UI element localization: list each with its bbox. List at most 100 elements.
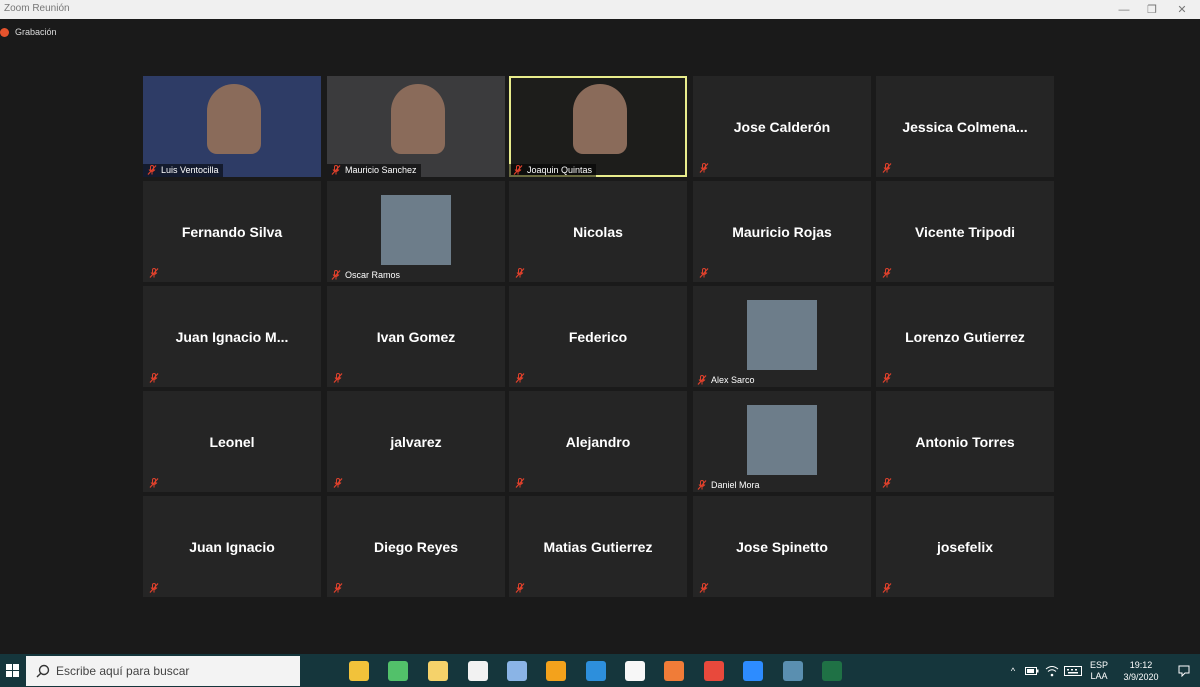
muted-mic-icon xyxy=(515,583,525,593)
excel-icon[interactable] xyxy=(822,661,842,681)
participant-tile[interactable]: Lorenzo Gutierrez xyxy=(876,286,1054,387)
participant-avatar xyxy=(381,195,451,265)
wifi-icon[interactable] xyxy=(1044,654,1060,687)
muted-mic-icon xyxy=(882,268,892,278)
keyboard-icon[interactable] xyxy=(1062,654,1084,687)
participant-name: Fernando Silva xyxy=(181,223,283,240)
participant-tile[interactable]: Luis Ventocilla xyxy=(143,76,321,177)
vpn-app-icon[interactable] xyxy=(783,661,803,681)
search-icon xyxy=(36,664,50,678)
language-code: ESP xyxy=(1089,659,1108,670)
muted-mic-icon xyxy=(149,268,159,278)
muted-mic-icon xyxy=(149,373,159,383)
participant-name: Mauricio Rojas xyxy=(732,223,832,240)
muted-mic-icon xyxy=(333,478,343,488)
search-placeholder: Escribe aquí para buscar xyxy=(56,664,190,678)
participant-tile[interactable]: Vicente Tripodi xyxy=(876,181,1054,282)
recording-dot-icon xyxy=(0,27,9,37)
recording-label: Grabación xyxy=(15,27,57,37)
recording-indicator[interactable]: Grabación xyxy=(0,27,57,37)
participant-name: Jessica Colmena... xyxy=(902,118,1028,135)
contact-app-icon[interactable] xyxy=(468,661,488,681)
postman-icon[interactable] xyxy=(664,661,684,681)
participant-tile[interactable]: Ivan Gomez xyxy=(327,286,505,387)
muted-mic-icon xyxy=(882,373,892,383)
participant-name-label: Alex Sarco xyxy=(693,374,759,387)
sublime-text-icon[interactable] xyxy=(546,661,566,681)
participant-avatar xyxy=(747,405,817,475)
vscode-icon[interactable] xyxy=(586,661,606,681)
participant-tile[interactable]: Alex Sarco xyxy=(693,286,871,387)
green-app-icon[interactable] xyxy=(388,661,408,681)
muted-mic-icon xyxy=(882,163,892,173)
participant-name: Matias Gutierrez xyxy=(543,538,653,555)
show-hidden-icons-icon[interactable]: ^ xyxy=(1006,654,1020,687)
participant-name: Vicente Tripodi xyxy=(914,223,1016,240)
taskbar-search-box[interactable]: Escribe aquí para buscar xyxy=(26,656,300,686)
participant-name: Jose Spinetto xyxy=(736,538,828,555)
muted-mic-icon xyxy=(147,165,157,175)
battery-icon[interactable] xyxy=(1024,654,1040,687)
participant-tile[interactable]: Leonel xyxy=(143,391,321,492)
participant-name: Federico xyxy=(568,328,628,345)
participant-tile[interactable]: Alejandro xyxy=(509,391,687,492)
participant-video xyxy=(391,84,445,154)
chrome-icon[interactable] xyxy=(704,661,724,681)
participant-avatar xyxy=(747,300,817,370)
participant-tile[interactable]: Fernando Silva xyxy=(143,181,321,282)
muted-mic-icon xyxy=(515,268,525,278)
participant-tile[interactable]: Mauricio Rojas xyxy=(693,181,871,282)
input-language[interactable]: ESP LAA xyxy=(1086,654,1112,687)
participant-tile[interactable]: Federico xyxy=(509,286,687,387)
participant-name: Ivan Gomez xyxy=(376,328,456,345)
participant-tile[interactable]: Joaquin Quintas xyxy=(509,76,687,177)
clock[interactable]: 19:12 3/9/2020 xyxy=(1116,654,1166,687)
muted-mic-icon xyxy=(699,268,709,278)
participant-name: Daniel Mora xyxy=(711,480,760,490)
participant-tile[interactable]: Jose Calderón xyxy=(693,76,871,177)
clock-time: 19:12 xyxy=(1129,659,1153,670)
participant-video xyxy=(573,84,627,154)
participant-video xyxy=(207,84,261,154)
start-button[interactable] xyxy=(0,654,24,687)
participant-name: Alex Sarco xyxy=(711,375,755,385)
slack-icon[interactable] xyxy=(625,661,645,681)
participant-tile[interactable]: Nicolas xyxy=(509,181,687,282)
participant-name-label: Daniel Mora xyxy=(693,479,764,492)
notes-app-icon[interactable] xyxy=(428,661,448,681)
file-explorer-icon[interactable] xyxy=(349,661,369,681)
participant-name: Antonio Torres xyxy=(915,433,1015,450)
participant-tile[interactable]: josefelix xyxy=(876,496,1054,597)
participant-name: Alejandro xyxy=(565,433,631,450)
clock-date: 3/9/2020 xyxy=(1123,671,1159,682)
participant-tile[interactable]: jalvarez xyxy=(327,391,505,492)
notifications-icon[interactable] xyxy=(1174,654,1194,687)
muted-mic-icon xyxy=(882,478,892,488)
muted-mic-icon xyxy=(699,163,709,173)
participant-tile[interactable]: Jose Spinetto xyxy=(693,496,871,597)
task-view-icon[interactable] xyxy=(309,661,329,681)
participant-name: Leonel xyxy=(209,433,255,450)
participant-tile[interactable]: Jessica Colmena... xyxy=(876,76,1054,177)
participant-tile[interactable]: Daniel Mora xyxy=(693,391,871,492)
window-title: Zoom Reunión xyxy=(4,3,70,14)
participant-tile[interactable]: Diego Reyes xyxy=(327,496,505,597)
participant-name: Lorenzo Gutierrez xyxy=(905,328,1025,345)
3d-app-icon[interactable] xyxy=(507,661,527,681)
participant-name: josefelix xyxy=(936,538,994,555)
muted-mic-icon xyxy=(697,375,707,385)
muted-mic-icon xyxy=(882,583,892,593)
close-button[interactable]: ✕ xyxy=(1164,0,1200,19)
participant-name: Luis Ventocilla xyxy=(161,165,219,175)
participant-tile[interactable]: Matias Gutierrez xyxy=(509,496,687,597)
muted-mic-icon xyxy=(515,373,525,383)
participant-tile[interactable]: Juan Ignacio xyxy=(143,496,321,597)
zoom-icon[interactable] xyxy=(743,661,763,681)
participant-tile[interactable]: Juan Ignacio M... xyxy=(143,286,321,387)
participant-name-label: Luis Ventocilla xyxy=(143,164,223,177)
participant-tile[interactable]: Antonio Torres xyxy=(876,391,1054,492)
participant-tile[interactable]: Mauricio Sanchez xyxy=(327,76,505,177)
participant-tile[interactable]: Oscar Ramos xyxy=(327,181,505,282)
windows-taskbar: Escribe aquí para buscar ^ ESP LAA 19:12… xyxy=(0,654,1200,687)
muted-mic-icon xyxy=(149,478,159,488)
